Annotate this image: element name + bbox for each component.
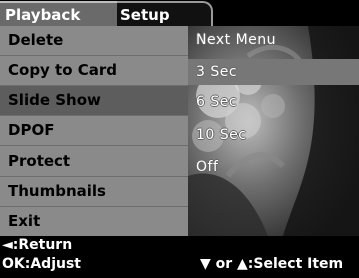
return-hint: ◄:Return — [2, 237, 73, 253]
playback-menu: Delete Copy to Card Slide Show DPOF Prot… — [0, 26, 188, 236]
photo-preview: Next Menu 3 Sec 6 Sec 10 Sec Off — [188, 26, 359, 236]
ok-adjust-hint: OK:Adjust — [2, 256, 81, 272]
menu-item-label: Exit — [8, 212, 41, 230]
menu-item-delete[interactable]: Delete — [0, 26, 188, 55]
menu-item-label: Slide Show — [8, 91, 101, 109]
menu-item-label: DPOF — [8, 121, 55, 139]
menu-item-thumbnails[interactable]: Thumbnails — [0, 177, 188, 206]
menu-item-label: Copy to Card — [8, 61, 118, 79]
submenu-option-off[interactable]: Off — [196, 159, 218, 175]
select-item-hint: ▼ or ▲:Select Item — [200, 256, 344, 272]
help-bar: ◄:Return OK:Adjust ▼ or ▲:Select Item — [0, 236, 359, 278]
menu-item-label: Delete — [8, 31, 64, 49]
menu-divider — [0, 145, 188, 146]
submenu-option-10-sec[interactable]: 10 Sec — [196, 127, 246, 143]
menu-item-copy-to-card[interactable]: Copy to Card — [0, 56, 188, 85]
submenu-option-3-sec[interactable]: 3 Sec — [196, 64, 237, 80]
tab-setup-label: Setup — [120, 6, 170, 24]
menu-item-exit[interactable]: Exit — [0, 207, 188, 236]
tab-playback[interactable]: Playback — [0, 1, 117, 26]
submenu-option-next-menu[interactable]: Next Menu — [196, 32, 276, 48]
camera-menu-screen: Setup Playback Delete Copy to Card Slide… — [0, 0, 359, 278]
menu-item-dpof[interactable]: DPOF — [0, 116, 188, 145]
tab-setup[interactable]: Setup — [113, 1, 213, 26]
tab-bar: Setup Playback — [0, 0, 359, 26]
submenu-option-6-sec[interactable]: 6 Sec — [196, 94, 237, 110]
menu-item-label: Thumbnails — [8, 182, 106, 200]
tab-playback-label: Playback — [5, 6, 81, 24]
menu-item-slide-show[interactable]: Slide Show — [0, 86, 188, 115]
menu-item-label: Protect — [8, 152, 71, 170]
menu-item-protect[interactable]: Protect — [0, 147, 188, 176]
